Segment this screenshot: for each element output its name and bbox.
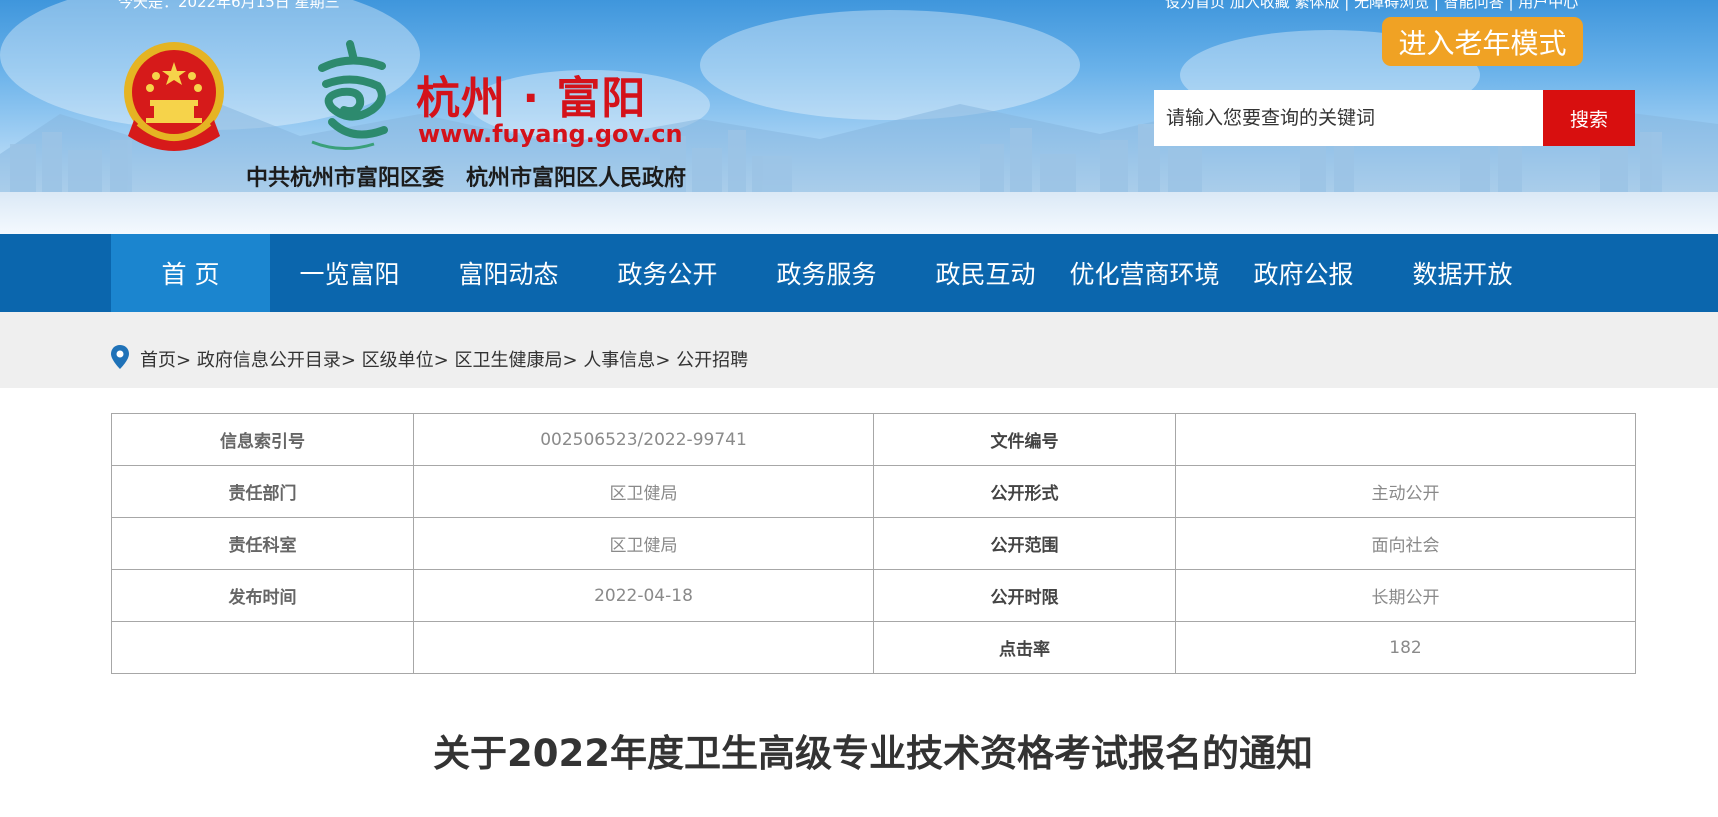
label-disclosure-form: 公开形式 <box>873 465 1176 518</box>
value-disclosure-period: 长期公开 <box>1175 569 1636 622</box>
breadcrumb-separator: > <box>562 350 578 371</box>
table-row: 责任部门 区卫健局 公开形式 主动公开 <box>111 465 1636 518</box>
value-click-rate: 182 <box>1175 621 1636 674</box>
site-url: www.fuyang.gov.cn <box>418 120 683 148</box>
breadcrumb-separator: > <box>655 350 671 371</box>
search-button[interactable]: 搜索 <box>1543 90 1635 146</box>
breadcrumb-separator: > <box>433 350 449 371</box>
elder-mode-button[interactable]: 进入老年模式 <box>1382 17 1583 66</box>
breadcrumb: 首页> 政府信息公开目录> 区级单位> 区卫生健康局> 人事信息> 公开招聘 <box>140 346 748 372</box>
nav-item-business-env[interactable]: 优化营商环境 <box>1065 234 1224 312</box>
value-publish-date: 2022-04-18 <box>413 569 874 622</box>
nav-item-open-data[interactable]: 数据开放 <box>1383 234 1542 312</box>
table-row: 信息索引号 002506523/2022-99741 文件编号 <box>111 413 1636 466</box>
value-document-number <box>1175 413 1636 466</box>
breadcrumb-item-home[interactable]: 首页 <box>140 350 176 371</box>
label-section: 责任科室 <box>111 517 414 570</box>
lake-water <box>0 192 1718 234</box>
value-disclosure-scope: 面向社会 <box>1175 517 1636 570</box>
breadcrumb-item-catalog[interactable]: 政府信息公开目录 <box>197 350 341 371</box>
table-row: 点击率 182 <box>111 621 1636 674</box>
label-document-number: 文件编号 <box>873 413 1176 466</box>
fuyang-logo-icon <box>311 40 388 151</box>
nav-item-home[interactable]: 首 页 <box>111 234 270 312</box>
label-disclosure-scope: 公开范围 <box>873 517 1176 570</box>
site-name: 杭州 · 富阳 <box>416 73 647 124</box>
nav-item-gazette[interactable]: 政府公报 <box>1224 234 1383 312</box>
breadcrumb-separator: > <box>340 350 356 371</box>
value-department: 区卫健局 <box>413 465 874 518</box>
national-emblem-icon <box>124 42 224 151</box>
value-disclosure-form: 主动公开 <box>1175 465 1636 518</box>
nav-item-overview[interactable]: 一览富阳 <box>270 234 429 312</box>
value-index-number: 002506523/2022-99741 <box>413 413 874 466</box>
main-nav: 首 页 一览富阳 富阳动态 政务公开 政务服务 政民互动 优化营商环境 政府公报… <box>0 234 1718 312</box>
nav-item-gov-info[interactable]: 政务公开 <box>588 234 747 312</box>
document-info-table: 信息索引号 002506523/2022-99741 文件编号 责任部门 区卫健… <box>111 413 1636 674</box>
nav-item-interaction[interactable]: 政民互动 <box>906 234 1065 312</box>
breadcrumb-separator: > <box>176 350 192 371</box>
label-index-number: 信息索引号 <box>111 413 414 466</box>
breadcrumb-item-personnel[interactable]: 人事信息 <box>583 350 655 371</box>
date-text: 今天是：2022年6月15日 星期三 <box>118 0 340 11</box>
label-publish-date: 发布时间 <box>111 569 414 622</box>
value-empty <box>413 621 874 674</box>
location-pin-icon <box>111 345 129 369</box>
breadcrumb-item-health-bureau[interactable]: 区卫生健康局 <box>454 350 562 371</box>
label-disclosure-period: 公开时限 <box>873 569 1176 622</box>
nav-item-news[interactable]: 富阳动态 <box>429 234 588 312</box>
table-row: 责任科室 区卫健局 公开范围 面向社会 <box>111 517 1636 570</box>
label-click-rate: 点击率 <box>873 621 1176 674</box>
article-title: 关于2022年度卫生高级专业技术资格考试报名的通知 <box>433 732 1313 775</box>
search-input[interactable] <box>1154 90 1543 146</box>
label-empty <box>111 621 414 674</box>
value-section: 区卫健局 <box>413 517 874 570</box>
nav-item-gov-service[interactable]: 政务服务 <box>747 234 906 312</box>
breadcrumb-item-district-units[interactable]: 区级单位 <box>362 350 434 371</box>
breadcrumb-item-recruitment[interactable]: 公开招聘 <box>676 350 748 371</box>
label-department: 责任部门 <box>111 465 414 518</box>
site-orgs: 中共杭州市富阳区委 杭州市富阳区人民政府 <box>246 166 687 191</box>
table-row: 发布时间 2022-04-18 公开时限 长期公开 <box>111 569 1636 622</box>
site-header: 今天是：2022年6月15日 星期三 设为首页 加入收藏 繁体版 | 无障碍浏览… <box>0 0 1718 234</box>
top-links[interactable]: 设为首页 加入收藏 繁体版 | 无障碍浏览 | 智能问答 | 用户中心 <box>1165 0 1578 12</box>
